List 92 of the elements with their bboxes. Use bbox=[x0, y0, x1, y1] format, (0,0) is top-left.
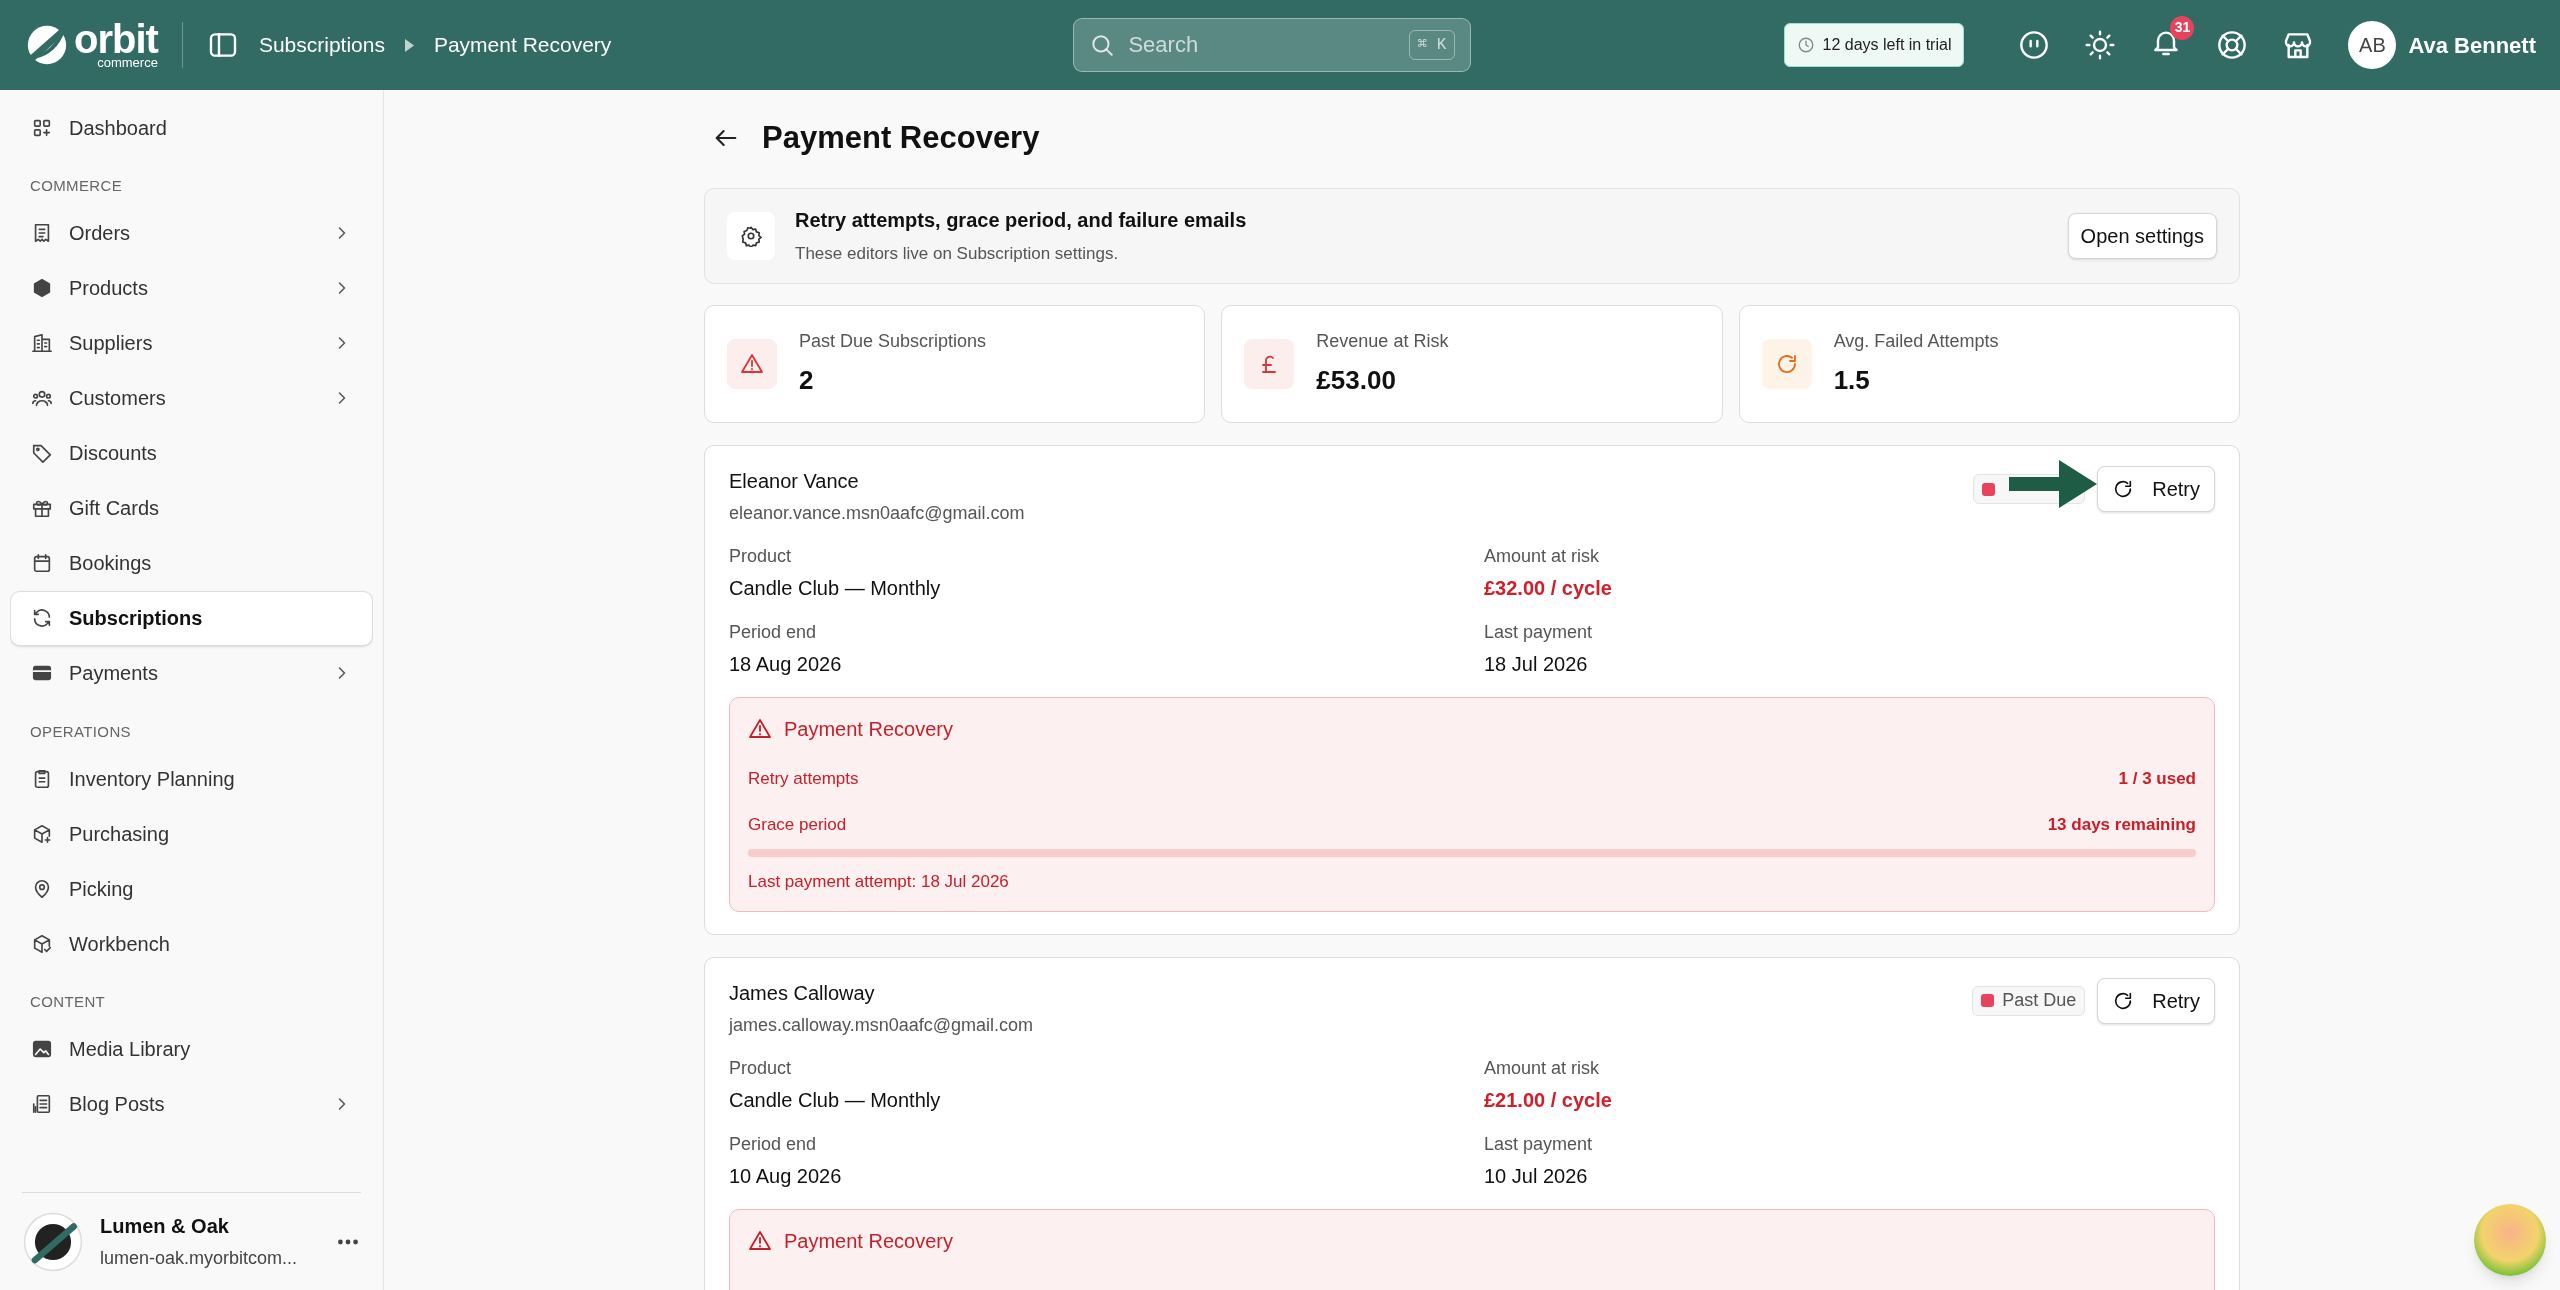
sidebar-item[interactable]: Orders bbox=[10, 205, 373, 261]
sidebar-item[interactable]: Inventory Planning bbox=[10, 751, 373, 806]
breadcrumb-link[interactable]: Subscriptions bbox=[258, 29, 385, 61]
retry-button[interactable]: Retry bbox=[2097, 977, 2215, 1024]
stat-label: Revenue at Risk bbox=[1316, 330, 1449, 353]
search-icon bbox=[1089, 32, 1116, 58]
section-heading: OPERATIONS bbox=[29, 721, 132, 742]
open-settings-button[interactable]: Open settings bbox=[2067, 213, 2217, 259]
field-label: Last payment bbox=[1484, 621, 1594, 644]
sidebar-item[interactable]: Suppliers bbox=[10, 315, 373, 371]
sidebar-item[interactable]: Payments bbox=[10, 645, 373, 701]
field-label: Last payment bbox=[1484, 1132, 1594, 1156]
sidebar-item[interactable]: Products bbox=[10, 260, 373, 316]
shortcut-hint: ⌘ K bbox=[1408, 30, 1456, 60]
sidebar-item[interactable]: Bookings bbox=[10, 535, 373, 591]
sidebar-item[interactable]: Dashboard bbox=[10, 100, 373, 155]
sidebar-item[interactable]: Workbench bbox=[10, 916, 373, 971]
stat-value: 2 bbox=[799, 364, 815, 397]
sidebar-item[interactable]: Blog Posts bbox=[10, 1076, 373, 1132]
sidebar-item[interactable]: Discounts bbox=[10, 425, 373, 481]
field-value: £21.00 / cycle bbox=[1484, 1087, 1613, 1113]
sun-icon[interactable] bbox=[2084, 29, 2117, 61]
calendar-icon bbox=[31, 552, 53, 574]
sidebar-item[interactable]: Gift Cards bbox=[10, 480, 373, 536]
sync-icon bbox=[31, 607, 53, 629]
section-heading: COMMERCE bbox=[29, 176, 124, 196]
gear-icon bbox=[727, 212, 775, 260]
package-check-icon bbox=[31, 932, 53, 955]
stat-label: Avg. Failed Attempts bbox=[1833, 330, 1999, 353]
stat-value: £53.00 bbox=[1316, 364, 1397, 397]
sidebar-item[interactable]: Purchasing bbox=[10, 806, 373, 861]
stat-value: 1.5 bbox=[1833, 364, 1871, 397]
field-label: Period end bbox=[729, 621, 818, 644]
recovery-label: Grace period bbox=[748, 813, 847, 836]
retry-button[interactable]: Retry bbox=[2097, 466, 2215, 512]
section-heading: CONTENT bbox=[29, 992, 107, 1012]
document-icon bbox=[31, 1093, 53, 1115]
field-label: Product bbox=[729, 545, 793, 568]
notice-title: Retry attempts, grace period, and failure emails bbox=[795, 208, 1248, 234]
field-label: Amount at risk bbox=[1484, 545, 1601, 568]
customer-name: James Calloway bbox=[729, 980, 876, 1006]
sidebar-item[interactable]: Picking bbox=[10, 861, 373, 916]
tag-icon bbox=[31, 442, 53, 464]
store-domain: lumen-oak.myorbitcom... bbox=[100, 1247, 299, 1270]
pound-icon bbox=[1244, 339, 1295, 389]
image-icon bbox=[31, 1038, 53, 1060]
warning-icon bbox=[748, 1228, 772, 1253]
notice-text: These editors live on Subscription settings. bbox=[795, 243, 1120, 266]
breadcrumb-current: Payment Recovery bbox=[433, 32, 612, 59]
field-value: 10 Jul 2026 bbox=[1484, 1163, 1589, 1189]
field-label: Period end bbox=[729, 1132, 818, 1156]
user-name[interactable]: Ava Bennett bbox=[2408, 28, 2536, 62]
stat-label: Past Due Subscriptions bbox=[799, 330, 987, 353]
user-avatar[interactable]: AB bbox=[2348, 21, 2397, 69]
field-label: Product bbox=[729, 1056, 793, 1080]
page-title: Payment Recovery bbox=[762, 118, 1040, 157]
recovery-label: Retry attempts bbox=[748, 768, 859, 790]
lifebuoy-icon[interactable] bbox=[2216, 29, 2249, 61]
customer-name: Eleanor Vance bbox=[729, 469, 860, 494]
customer-email: eleanor.vance.msn0aafc@gmail.com bbox=[729, 502, 1026, 525]
field-value: 18 Jul 2026 bbox=[1484, 652, 1589, 677]
recovery-value: 1 / 3 used bbox=[2118, 768, 2196, 790]
customer-email: james.calloway.msn0aafc@gmail.com bbox=[729, 1013, 1035, 1037]
field-value: Candle Club — Monthly bbox=[729, 1087, 942, 1113]
status-badge: Past Due bbox=[1972, 985, 2086, 1016]
clock-icon bbox=[1796, 36, 1815, 54]
sidebar-item[interactable]: Customers bbox=[10, 370, 373, 426]
trial-badge[interactable]: 12 days left in trial bbox=[1783, 23, 1965, 67]
notification-count: 31 bbox=[2170, 15, 2195, 40]
field-value: £32.00 / cycle bbox=[1484, 576, 1613, 601]
field-value: 18 Aug 2026 bbox=[729, 652, 843, 677]
breadcrumb-caret-icon bbox=[404, 38, 414, 52]
logo-wordmark: orbit bbox=[74, 21, 158, 56]
field-value: Candle Club — Monthly bbox=[729, 576, 942, 601]
warning-icon bbox=[727, 339, 777, 389]
cube-icon bbox=[31, 277, 53, 299]
last-attempt-text: Last payment attempt: 18 Jul 2026 bbox=[748, 871, 1010, 893]
logo-subtitle: commerce bbox=[97, 55, 158, 69]
store-name: Lumen & Oak bbox=[100, 1214, 230, 1239]
recovery-title: Payment Recovery bbox=[784, 1228, 953, 1254]
refresh-icon bbox=[1761, 339, 1812, 389]
recovery-title: Payment Recovery bbox=[784, 717, 953, 742]
field-label: Amount at risk bbox=[1484, 1056, 1601, 1080]
package-plus-icon bbox=[31, 822, 53, 845]
field-value: 10 Aug 2026 bbox=[729, 1163, 843, 1189]
sidebar-item[interactable]: Subscriptions bbox=[10, 590, 373, 646]
store-logo-icon bbox=[22, 1210, 84, 1273]
smiley-face-icon[interactable] bbox=[2018, 29, 2051, 61]
recovery-value: 13 days remaining bbox=[2047, 813, 2196, 836]
warning-icon bbox=[748, 717, 772, 741]
building-icon bbox=[31, 332, 53, 354]
sidebar-item[interactable]: Media Library bbox=[10, 1021, 373, 1077]
